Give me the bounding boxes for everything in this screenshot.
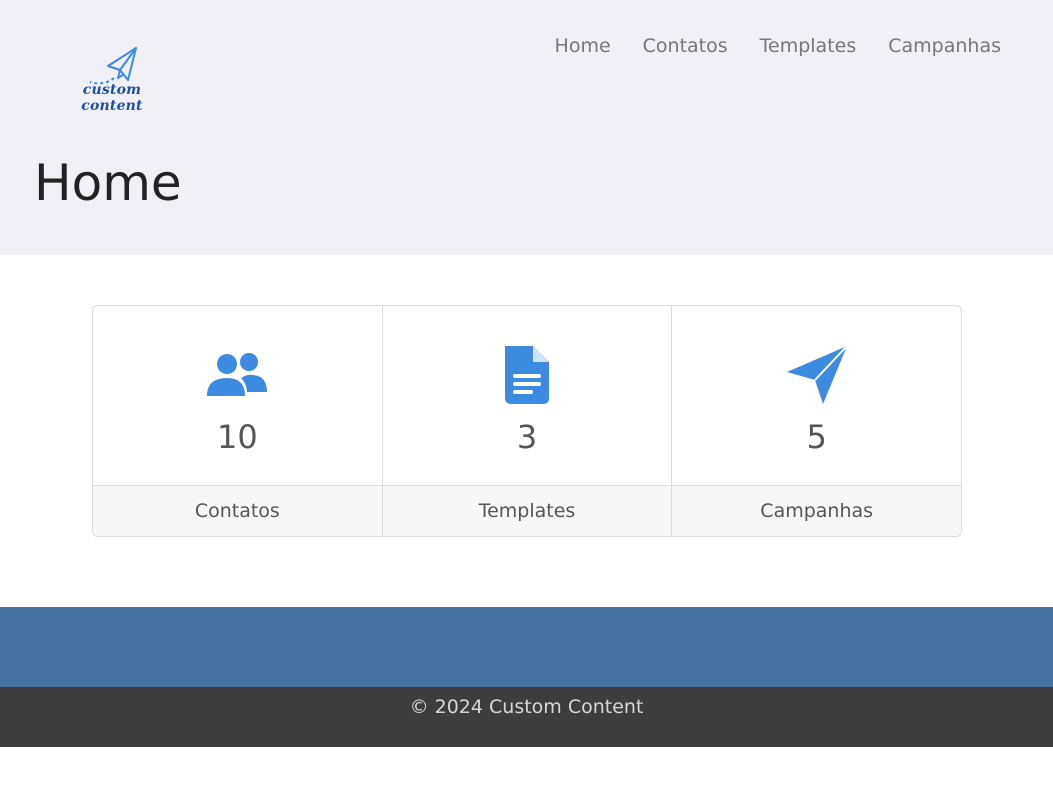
stat-count: 5: [806, 418, 827, 456]
nav-contatos[interactable]: Contatos: [643, 35, 728, 57]
page-title: Home: [34, 154, 182, 212]
stat-label: Contatos: [93, 486, 382, 536]
stat-card-campanhas[interactable]: 5 Campanhas: [672, 306, 961, 536]
nav-home[interactable]: Home: [555, 35, 611, 57]
navbar: custom content Home Contatos Templates C…: [34, 22, 1019, 124]
stat-label: Templates: [382, 486, 672, 536]
stat-count: 3: [516, 418, 538, 456]
users-icon: [207, 353, 268, 396]
main-nav: Home Contatos Templates Campanhas: [555, 35, 1001, 57]
footer-band: [0, 607, 1053, 687]
nav-templates[interactable]: Templates: [760, 35, 857, 57]
copyright-text: © 2024 Custom Content: [409, 696, 644, 718]
stat-count: 10: [216, 418, 258, 456]
stat-body: 3: [382, 306, 672, 486]
brand-logo[interactable]: custom content: [60, 36, 172, 114]
stat-card-contatos[interactable]: 10 Contatos: [93, 306, 383, 536]
stat-body: 5: [672, 306, 961, 486]
header-band: custom content Home Contatos Templates C…: [0, 0, 1053, 255]
footer: © 2024 Custom Content: [0, 687, 1053, 747]
logo-text: custom content: [81, 82, 143, 114]
stat-label: Campanhas: [672, 486, 961, 536]
paper-plane-icon: [786, 345, 848, 404]
stats-card-group: 10 Contatos 3 Templates 5 Campanhas: [92, 305, 962, 537]
nav-campanhas[interactable]: Campanhas: [888, 35, 1001, 57]
stat-body: 10: [93, 306, 382, 486]
stat-card-templates[interactable]: 3 Templates: [382, 306, 673, 536]
document-icon: [505, 346, 549, 404]
